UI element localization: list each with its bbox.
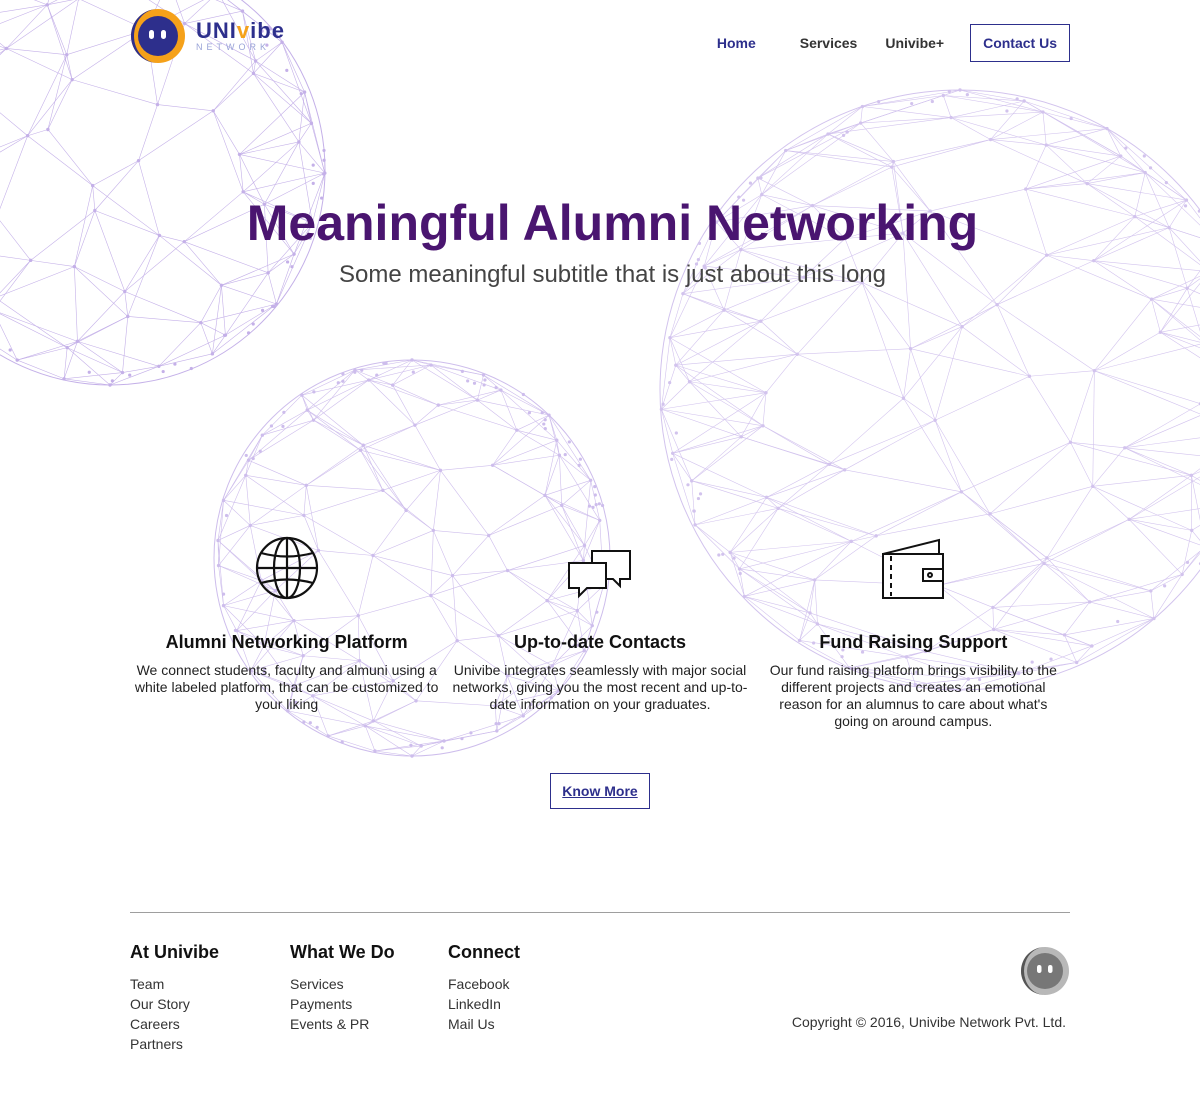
feature-networking-platform: Alumni Networking Platform We connect st… [130,532,443,730]
footer-logo-icon [1021,947,1069,995]
know-more-button[interactable]: Know More [550,773,650,809]
copyright-text: Copyright © 2016, Univibe Network Pvt. L… [791,1014,1066,1030]
feature-title: Fund Raising Support [819,632,1008,652]
univibe-logo-icon [131,9,185,63]
globe-icon [255,536,318,600]
wallet-icon [882,538,945,599]
main-nav: Home Services Univibe+ Contact Us [717,24,1070,62]
hero: Meaningful Alumni Networking Some meanin… [0,196,1200,289]
nav-services[interactable]: Services [800,35,858,51]
footer-link-partners[interactable]: Partners [130,1034,219,1054]
hero-subtitle: Some meaningful subtitle that is just ab… [339,261,886,288]
chat-bubbles-icon [567,550,631,599]
feature-description: We connect students, faculty and almuni … [134,662,439,712]
nav-univibe-plus[interactable]: Univibe+ [885,35,944,51]
feature-title: Up-to-date Contacts [513,632,686,652]
footer-divider [130,912,1070,913]
footer-link-careers[interactable]: Careers [130,1014,219,1034]
footer-link-services[interactable]: Services [290,974,395,994]
footer-heading: Connect [448,942,520,962]
site-header: UNIvibe NETWORK Home Services Univibe+ C… [0,0,1200,90]
footer-col-connect: Connect Facebook LinkedIn Mail Us [448,942,520,1034]
feature-title: Alumni Networking Platform [165,632,408,652]
nav-home[interactable]: Home [717,35,756,51]
feature-fund-raising: Fund Raising Support Our fund raising pl… [757,532,1070,730]
site-footer: At Univibe Team Our Story Careers Partne… [130,942,1070,1072]
footer-link-team[interactable]: Team [130,974,219,994]
footer-link-payments[interactable]: Payments [290,994,395,1014]
footer-link-our-story[interactable]: Our Story [130,994,219,1014]
footer-heading: At Univibe [130,942,220,962]
footer-link-facebook[interactable]: Facebook [448,974,520,994]
features: Alumni Networking Platform We connect st… [130,532,1070,730]
footer-col-what-we-do: What We Do Services Payments Events & PR [290,942,395,1034]
logo-tagline: NETWORK [196,42,270,52]
contact-us-button[interactable]: Contact Us [970,24,1070,62]
footer-link-linkedin[interactable]: LinkedIn [448,994,520,1014]
feature-description: Univibe integrates seamlessly with major… [452,662,748,712]
footer-heading: What We Do [290,942,395,962]
univibe-logo[interactable]: UNIvibe NETWORK [130,8,285,64]
logo-wordmark: UNIvibe [196,18,285,43]
hero-title: Meaningful Alumni Networking [246,195,979,251]
footer-link-mail-us[interactable]: Mail Us [448,1014,520,1034]
feature-description: Our fund raising platform brings visibil… [769,662,1057,729]
footer-col-at-univibe: At Univibe Team Our Story Careers Partne… [130,942,219,1054]
footer-link-events-pr[interactable]: Events & PR [290,1014,395,1034]
feature-contacts: Up-to-date Contacts Univibe integrates s… [443,532,756,730]
